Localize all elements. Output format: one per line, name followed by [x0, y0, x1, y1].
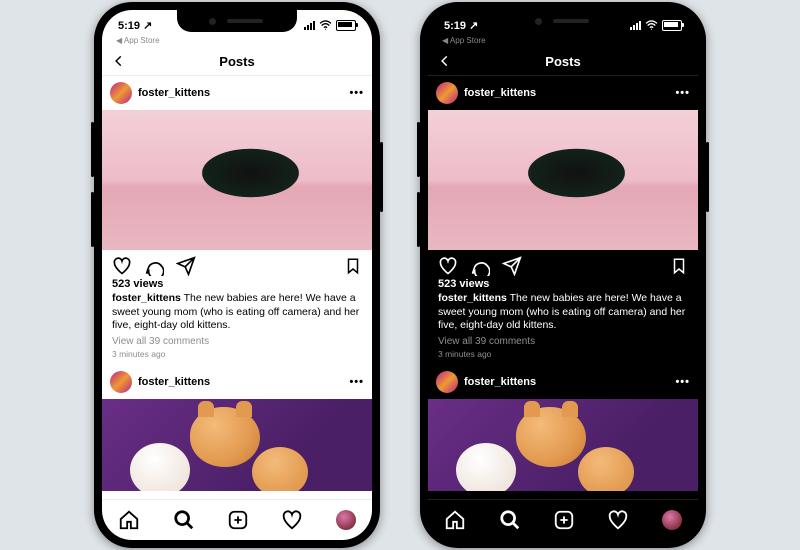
status-time: 5:19 ↗ [444, 19, 478, 32]
screen-light: 5:19 ↗ ◀ App Store Posts foster_kittens … [102, 10, 372, 540]
username[interactable]: foster_kittens [464, 376, 536, 388]
tab-activity[interactable] [607, 509, 629, 531]
share-button[interactable] [176, 256, 196, 276]
comment-icon [470, 256, 490, 276]
back-button[interactable] [438, 54, 452, 68]
like-button[interactable] [438, 256, 458, 276]
phone-light: 5:19 ↗ ◀ App Store Posts foster_kittens … [94, 2, 380, 548]
caption-user[interactable]: foster_kittens [112, 292, 181, 304]
battery-icon [336, 20, 356, 31]
wifi-icon [645, 20, 658, 30]
post-header: foster_kittens ••• [428, 76, 698, 110]
views-count[interactable]: 523 views [428, 278, 698, 290]
status-right [630, 20, 682, 31]
search-icon [499, 509, 521, 531]
comment-button[interactable] [470, 256, 490, 276]
nav-header: Posts [428, 47, 698, 76]
username[interactable]: foster_kittens [138, 376, 210, 388]
caption: foster_kittens The new babies are here! … [102, 290, 372, 333]
heart-icon [438, 256, 458, 276]
tab-home[interactable] [444, 509, 466, 531]
save-button[interactable] [344, 256, 362, 276]
wifi-icon [319, 20, 332, 30]
comment-icon [144, 256, 164, 276]
post-image[interactable] [102, 110, 372, 250]
status-right [304, 20, 356, 31]
home-icon [444, 509, 466, 531]
views-count[interactable]: 523 views [102, 278, 372, 290]
breadcrumb[interactable]: ◀ App Store [102, 36, 372, 47]
tab-add[interactable] [227, 509, 249, 531]
avatar[interactable] [110, 371, 132, 393]
post-header-2: foster_kittens ••• [428, 365, 698, 399]
save-button[interactable] [670, 256, 688, 276]
heart-icon [281, 509, 303, 531]
signal-icon [630, 21, 641, 30]
tab-bar [102, 499, 372, 540]
back-button[interactable] [112, 54, 126, 68]
add-icon [553, 509, 575, 531]
notch [503, 10, 623, 32]
bookmark-icon [344, 256, 362, 276]
tab-home[interactable] [118, 509, 140, 531]
timestamp: 3 minutes ago [428, 347, 698, 365]
bookmark-icon [670, 256, 688, 276]
paper-plane-icon [176, 256, 196, 276]
phone-dark: 5:19 ↗ ◀ App Store Posts foster_kittens … [420, 2, 706, 548]
feed[interactable]: foster_kittens ••• 523 views foster_kitt… [428, 76, 698, 499]
more-button[interactable]: ••• [349, 87, 364, 99]
share-button[interactable] [502, 256, 522, 276]
avatar[interactable] [110, 82, 132, 104]
search-icon [173, 509, 195, 531]
heart-icon [607, 509, 629, 531]
view-comments-link[interactable]: View all 39 comments [428, 333, 698, 347]
page-title: Posts [219, 54, 254, 69]
view-comments-link[interactable]: View all 39 comments [102, 333, 372, 347]
caption: foster_kittens The new babies are here! … [428, 290, 698, 333]
tab-profile[interactable] [336, 510, 356, 530]
post-image-2[interactable] [102, 399, 372, 491]
breadcrumb[interactable]: ◀ App Store [428, 36, 698, 47]
tab-search[interactable] [499, 509, 521, 531]
signal-icon [304, 21, 315, 30]
screen-dark: 5:19 ↗ ◀ App Store Posts foster_kittens … [428, 10, 698, 540]
chevron-left-icon [438, 54, 452, 68]
tab-activity[interactable] [281, 509, 303, 531]
add-icon [227, 509, 249, 531]
paper-plane-icon [502, 256, 522, 276]
notch [177, 10, 297, 32]
home-icon [118, 509, 140, 531]
action-bar [102, 250, 372, 278]
feed[interactable]: foster_kittens ••• 523 views foster_kitt… [102, 76, 372, 499]
chevron-left-icon [112, 54, 126, 68]
post-header: foster_kittens ••• [102, 76, 372, 110]
caption-user[interactable]: foster_kittens [438, 292, 507, 304]
status-time: 5:19 ↗ [118, 19, 152, 32]
page-title: Posts [545, 54, 580, 69]
tab-bar [428, 499, 698, 540]
more-button[interactable]: ••• [675, 87, 690, 99]
battery-icon [662, 20, 682, 31]
timestamp: 3 minutes ago [102, 347, 372, 365]
post-image-2[interactable] [428, 399, 698, 491]
username[interactable]: foster_kittens [464, 87, 536, 99]
avatar[interactable] [436, 371, 458, 393]
username[interactable]: foster_kittens [138, 87, 210, 99]
action-bar [428, 250, 698, 278]
heart-icon [112, 256, 132, 276]
tab-search[interactable] [173, 509, 195, 531]
comment-button[interactable] [144, 256, 164, 276]
avatar[interactable] [436, 82, 458, 104]
like-button[interactable] [112, 256, 132, 276]
more-button[interactable]: ••• [349, 376, 364, 388]
post-header-2: foster_kittens ••• [102, 365, 372, 399]
more-button[interactable]: ••• [675, 376, 690, 388]
post-image[interactable] [428, 110, 698, 250]
nav-header: Posts [102, 47, 372, 76]
tab-add[interactable] [553, 509, 575, 531]
tab-profile[interactable] [662, 510, 682, 530]
